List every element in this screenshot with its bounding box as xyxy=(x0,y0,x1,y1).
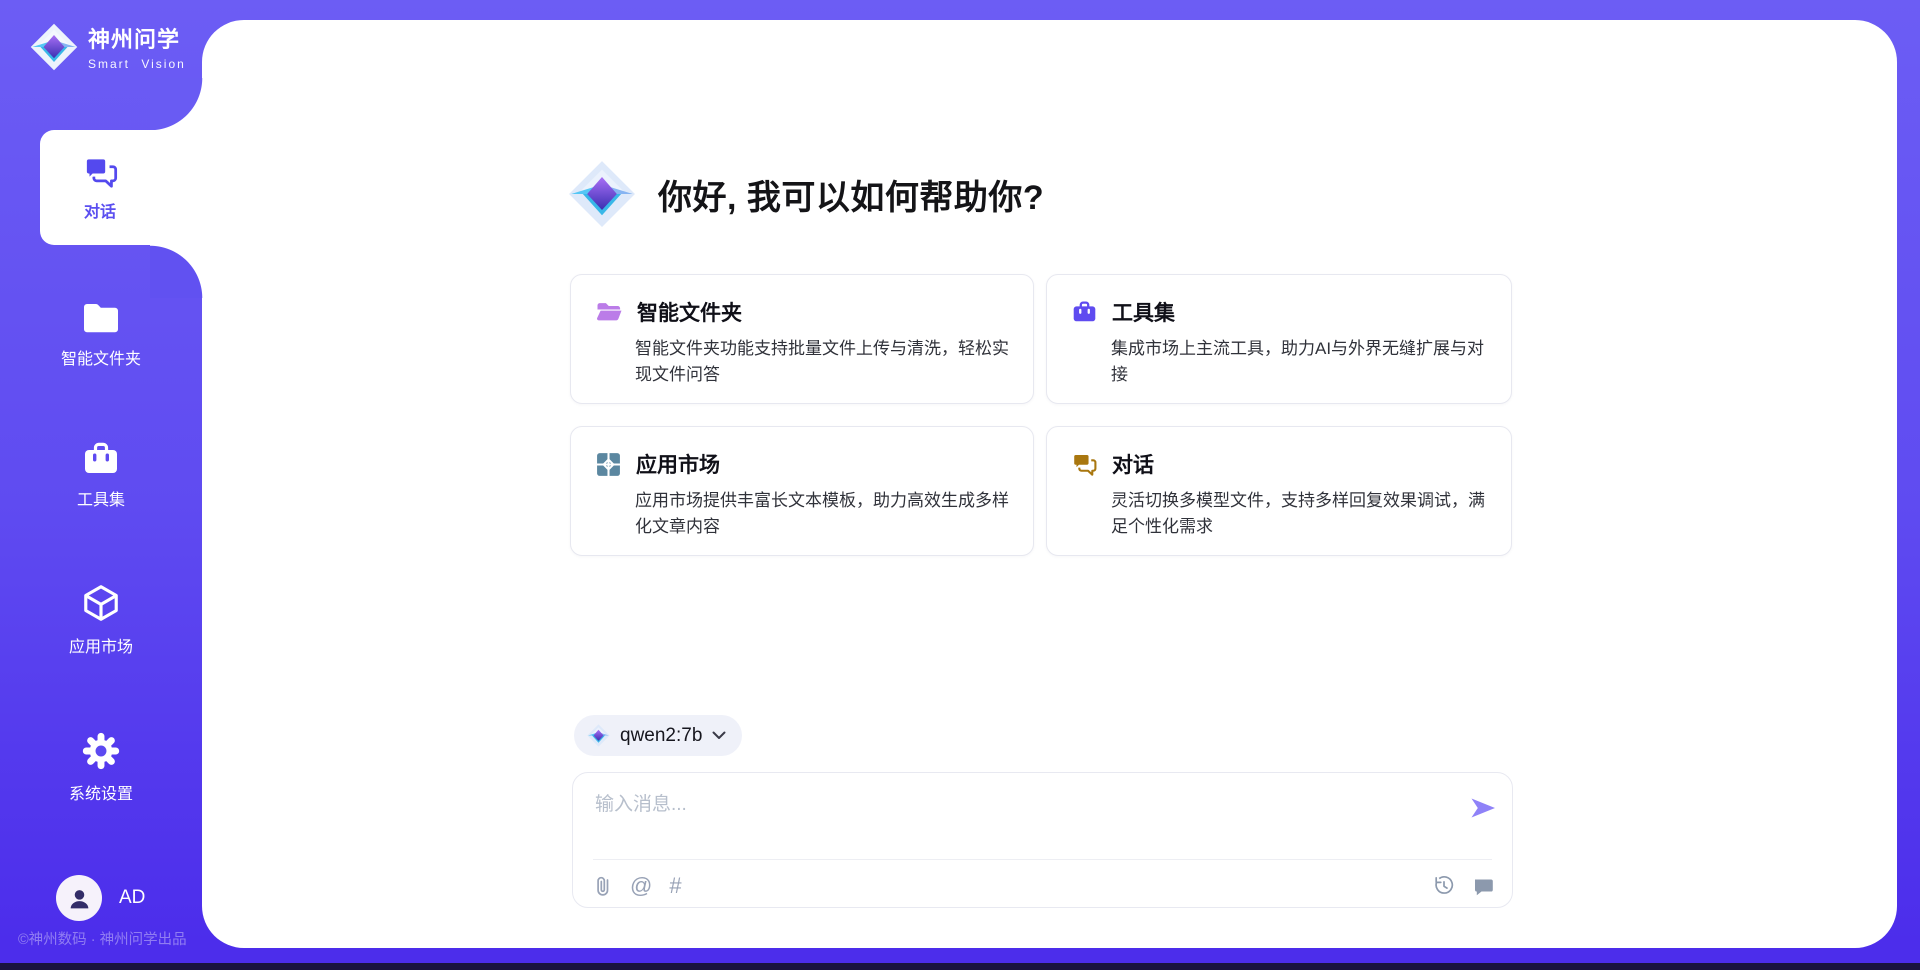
card-title: 智能文件夹 xyxy=(637,297,742,327)
composer-toolbar: @ # xyxy=(593,874,1494,898)
card-description: 应用市场提供丰富长文本模板，助力高效生成多样化文章内容 xyxy=(635,488,1009,539)
hash-icon[interactable]: # xyxy=(669,875,681,897)
model-diamond-icon xyxy=(587,724,610,747)
sidebar-item-label: 对话 xyxy=(84,198,116,222)
card-smart-folder[interactable]: 智能文件夹 智能文件夹功能支持批量文件上传与清洗，轻松实现文件问答 xyxy=(570,274,1034,404)
chat-bubble-icon[interactable] xyxy=(1472,875,1494,897)
briefcase-icon xyxy=(1071,299,1098,326)
sidebar-item-label: 应用市场 xyxy=(69,633,133,657)
card-description: 灵活切换多模型文件，支持多样回复效果调试，满足个性化需求 xyxy=(1111,488,1487,539)
brand: 神州问学 Smart Vision xyxy=(30,22,186,71)
bottom-edge-strip xyxy=(0,963,1920,970)
folder-open-icon xyxy=(595,298,623,326)
paperclip-icon[interactable] xyxy=(593,874,613,898)
brand-diamond-icon xyxy=(568,160,636,228)
card-title: 工具集 xyxy=(1112,297,1175,327)
app-window: 你好, 我可以如何帮助你? 智能文件夹 智能文件夹功能支持批量文件上传与清洗，轻… xyxy=(0,0,1920,970)
sidebar-item-settings[interactable]: 系统设置 xyxy=(0,731,202,804)
user-account[interactable]: AD xyxy=(56,875,145,921)
brand-title: 神州问学 xyxy=(88,22,186,54)
model-selector[interactable]: qwen2:7b xyxy=(574,715,742,756)
card-app-market[interactable]: 应用市场 应用市场提供丰富长文本模板，助力高效生成多样化文章内容 xyxy=(570,426,1034,556)
model-name: qwen2:7b xyxy=(620,725,702,747)
sidebar-item-toolset[interactable]: 工具集 xyxy=(0,440,202,510)
greeting: 你好, 我可以如何帮助你? xyxy=(568,160,1044,228)
gear-icon xyxy=(81,731,121,771)
person-icon xyxy=(66,885,93,912)
folder-icon xyxy=(81,300,121,336)
brand-subtitle: Smart Vision xyxy=(88,57,186,71)
at-icon[interactable]: @ xyxy=(630,875,652,897)
greeting-text: 你好, 我可以如何帮助你? xyxy=(658,170,1044,219)
sidebar: 神州问学 Smart Vision 对话 智能文件夹 xyxy=(0,0,202,970)
sidebar-item-label: 系统设置 xyxy=(69,780,133,804)
card-title: 对话 xyxy=(1112,449,1154,479)
composer-divider xyxy=(593,859,1492,860)
sidebar-item-label: 智能文件夹 xyxy=(61,345,141,369)
send-icon[interactable] xyxy=(1468,793,1498,823)
user-initials: AD xyxy=(119,887,145,909)
history-icon[interactable] xyxy=(1433,875,1455,897)
sidebar-item-smart-folder[interactable]: 智能文件夹 xyxy=(0,300,202,369)
briefcase-icon xyxy=(81,440,121,477)
sidebar-item-app-market[interactable]: 应用市场 xyxy=(0,582,202,657)
cube-icon xyxy=(80,582,122,624)
copyright-text: ©神州数码 · 神州问学出品 xyxy=(18,928,187,949)
avatar xyxy=(56,875,102,921)
message-composer: @ # xyxy=(572,772,1513,908)
card-chat[interactable]: 对话 灵活切换多模型文件，支持多样回复效果调试，满足个性化需求 xyxy=(1046,426,1512,556)
main-panel: 你好, 我可以如何帮助你? 智能文件夹 智能文件夹功能支持批量文件上传与清洗，轻… xyxy=(202,20,1897,948)
chevron-down-icon xyxy=(712,731,726,740)
feature-cards: 智能文件夹 智能文件夹功能支持批量文件上传与清洗，轻松实现文件问答 工具集 集成… xyxy=(570,274,1512,556)
sidebar-item-chat[interactable]: 对话 xyxy=(40,130,203,245)
card-description: 智能文件夹功能支持批量文件上传与清洗，轻松实现文件问答 xyxy=(635,336,1009,387)
chat-icon xyxy=(1071,451,1098,478)
tab-curve-bottom xyxy=(150,245,203,298)
card-title: 应用市场 xyxy=(636,449,720,479)
card-toolset[interactable]: 工具集 集成市场上主流工具，助力AI与外界无缝扩展与对接 xyxy=(1046,274,1512,404)
chat-icon xyxy=(82,154,118,190)
tab-curve-top xyxy=(150,78,203,131)
sidebar-item-label: 工具集 xyxy=(77,486,125,510)
card-description: 集成市场上主流工具，助力AI与外界无缝扩展与对接 xyxy=(1111,336,1487,387)
brand-diamond-icon xyxy=(30,23,78,71)
message-input[interactable] xyxy=(593,787,1447,853)
app-grid-icon xyxy=(595,451,622,478)
